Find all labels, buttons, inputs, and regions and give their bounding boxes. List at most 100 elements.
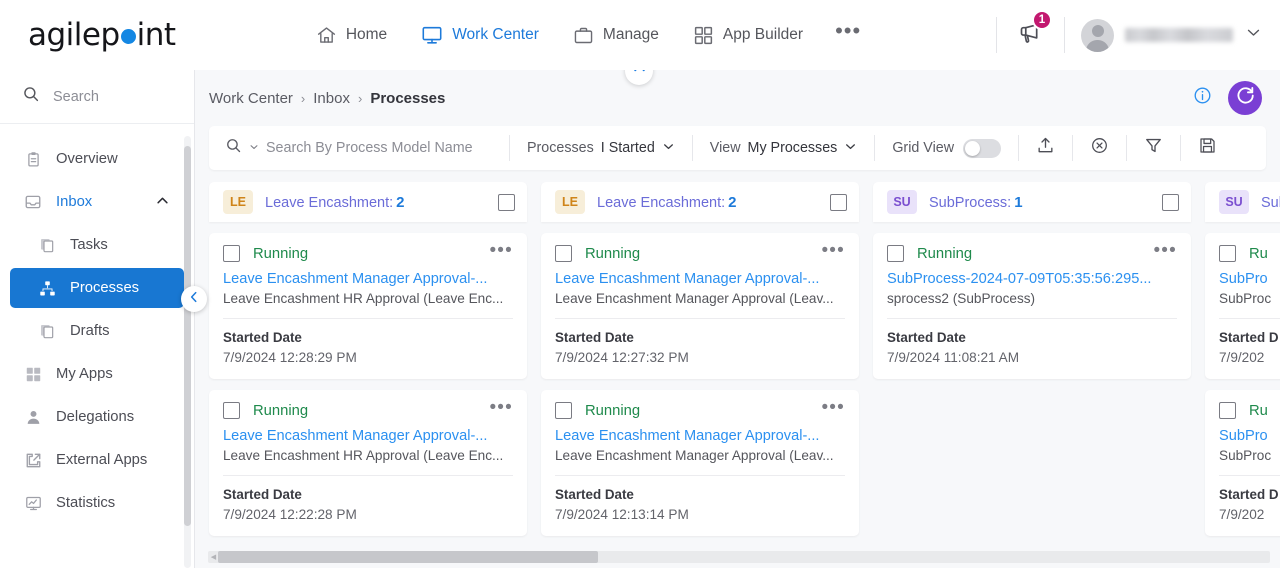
nav-item-manage[interactable]: Manage [571, 21, 661, 50]
logo-text-part1: agilep [28, 17, 120, 53]
sidebar-collapse-button[interactable] [181, 286, 207, 312]
board-column: SU SubProcess: 1 Running ••• SubProcess-2… [873, 182, 1191, 568]
card-field-label: Started D [1219, 487, 1279, 502]
card-title-link[interactable]: SubPro [1219, 271, 1280, 287]
sidebar: Search Overview Inbox Tasks Processes Dr… [0, 70, 207, 568]
sidebar-scrollbar[interactable] [184, 136, 191, 568]
clear-filter-button[interactable] [1073, 136, 1126, 160]
sidebar-search[interactable]: Search [0, 70, 194, 124]
grid-view-toggle[interactable]: Grid View [875, 138, 1018, 158]
chevron-up-icon[interactable] [155, 193, 170, 212]
refresh-button[interactable] [1228, 81, 1262, 115]
breadcrumb-item-inbox[interactable]: Inbox [313, 90, 350, 107]
view-filter-dropdown[interactable]: View My Processes [693, 140, 875, 157]
sidebar-item-delegations[interactable]: Delegations [10, 397, 184, 437]
sidebar-item-inbox[interactable]: Inbox [10, 182, 184, 222]
sidebar-item-inbox-label: Inbox [56, 194, 93, 210]
sidebar-menu: Overview Inbox Tasks Processes Drafts My… [0, 124, 194, 568]
chevron-down-icon[interactable] [1245, 24, 1262, 46]
breadcrumb-item-work-center[interactable]: Work Center [209, 90, 293, 107]
grid-view-switch[interactable] [963, 138, 1002, 158]
card-title-link[interactable]: SubProcess-2024-07-09T05:35:56:295... [887, 271, 1177, 287]
card-select-checkbox[interactable] [555, 402, 572, 419]
card-header: Ru ••• [1219, 245, 1280, 262]
processes-filter-value: I Started [600, 140, 655, 156]
avatar[interactable] [1081, 18, 1114, 52]
process-card[interactable]: Ru ••• SubPro SubProc Started D 7/9/202 [1205, 390, 1280, 536]
column-select-checkbox[interactable] [498, 193, 515, 211]
sidebar-item-statistics-label: Statistics [56, 495, 116, 511]
board-horizontal-scrollbar[interactable]: ◀ [208, 551, 1270, 563]
column-header: SU SubProcess: 1 [873, 182, 1191, 222]
card-menu-button[interactable]: ••• [489, 398, 513, 418]
logo[interactable]: agilep int [0, 17, 195, 53]
breadcrumb-bar: Work Center › Inbox › Processes [195, 70, 1280, 126]
card-title-link[interactable]: Leave Encashment Manager Approval-... [555, 271, 845, 287]
nav-item-home[interactable]: Home [314, 21, 389, 50]
info-icon[interactable] [1193, 86, 1212, 110]
card-select-checkbox[interactable] [887, 245, 904, 262]
sidebar-item-my-apps[interactable]: My Apps [10, 354, 184, 394]
process-card[interactable]: Running ••• Leave Encashment Manager App… [541, 233, 859, 379]
nav-more-button[interactable]: ••• [835, 20, 861, 44]
scroll-left-arrow-icon[interactable]: ◀ [209, 552, 218, 562]
announcement-icon [1017, 24, 1044, 50]
nav-item-work-center[interactable]: Work Center [419, 20, 541, 50]
board-scrollbar-thumb[interactable] [218, 551, 598, 563]
sidebar-item-external-apps[interactable]: External Apps [10, 440, 184, 480]
sidebar-item-statistics[interactable]: Statistics [10, 483, 184, 523]
card-title-link[interactable]: SubPro [1219, 428, 1280, 444]
sidebar-item-processes[interactable]: Processes [10, 268, 184, 308]
search-input[interactable]: Search By Process Model Name [209, 137, 509, 159]
save-button[interactable] [1181, 136, 1234, 160]
process-card[interactable]: Running ••• Leave Encashment Manager App… [209, 390, 527, 536]
sidebar-scrollbar-thumb[interactable] [184, 146, 191, 526]
board-column: LE Leave Encashment: 2 Running ••• Leave … [541, 182, 859, 568]
card-select-checkbox[interactable] [1219, 402, 1236, 419]
card-title-link[interactable]: Leave Encashment Manager Approval-... [555, 428, 845, 444]
notifications-button[interactable]: 1 [1013, 10, 1052, 53]
card-field-label: Started Date [555, 487, 634, 502]
external-link-icon [24, 452, 42, 469]
card-field-label: Started Date [887, 330, 966, 345]
card-header: Running ••• [223, 398, 513, 419]
card-menu-button[interactable]: ••• [821, 241, 845, 261]
search-dropdown-icon[interactable] [249, 139, 259, 157]
card-menu-button[interactable]: ••• [489, 241, 513, 261]
upload-icon [1036, 136, 1055, 160]
nav-item-app-builder[interactable]: App Builder [691, 21, 805, 50]
card-header: Running ••• [555, 241, 845, 262]
process-card[interactable]: Running ••• Leave Encashment Manager App… [209, 233, 527, 379]
list-toolbar: Search By Process Model Name Processes I… [209, 126, 1266, 170]
card-field-value: 7/9/202 [1219, 507, 1265, 522]
sidebar-item-overview-label: Overview [56, 151, 118, 167]
process-card[interactable]: Running ••• Leave Encashment Manager App… [541, 390, 859, 536]
card-menu-button[interactable]: ••• [1153, 241, 1177, 261]
upload-button[interactable] [1019, 136, 1072, 160]
card-select-checkbox[interactable] [555, 245, 572, 262]
sidebar-item-tasks[interactable]: Tasks [10, 225, 184, 265]
breadcrumb-item-processes[interactable]: Processes [370, 90, 445, 107]
sidebar-item-drafts[interactable]: Drafts [10, 311, 184, 351]
grid-view-label: Grid View [892, 140, 955, 156]
sidebar-item-overview[interactable]: Overview [10, 139, 184, 179]
processes-filter-dropdown[interactable]: Processes I Started [510, 140, 692, 157]
process-card[interactable]: Running ••• SubProcess-2024-07-09T05:35:… [873, 233, 1191, 379]
card-select-checkbox[interactable] [1219, 245, 1236, 262]
card-menu-button[interactable]: ••• [821, 398, 845, 418]
card-subtitle: Leave Encashment Manager Approval (Leav.… [555, 448, 845, 476]
card-title-link[interactable]: Leave Encashment Manager Approval-... [223, 428, 513, 444]
card-title-link[interactable]: Leave Encashment Manager Approval-... [223, 271, 513, 287]
processes-filter-label: Processes [527, 140, 594, 156]
column-select-checkbox[interactable] [1162, 193, 1179, 211]
card-field-label: Started D [1219, 330, 1279, 345]
column-select-checkbox[interactable] [830, 193, 847, 211]
column-tag-badge: SU [1219, 190, 1249, 214]
main-content: Work Center › Inbox › Processes Search B… [195, 57, 1280, 568]
card-select-checkbox[interactable] [223, 402, 240, 419]
filter-button[interactable] [1127, 136, 1180, 160]
card-select-checkbox[interactable] [223, 245, 240, 262]
column-title: Leave Encashment: 2 [265, 194, 486, 211]
process-card[interactable]: Ru ••• SubPro SubProc Started D 7/9/202 [1205, 233, 1280, 379]
apps-grid-icon [24, 366, 42, 383]
